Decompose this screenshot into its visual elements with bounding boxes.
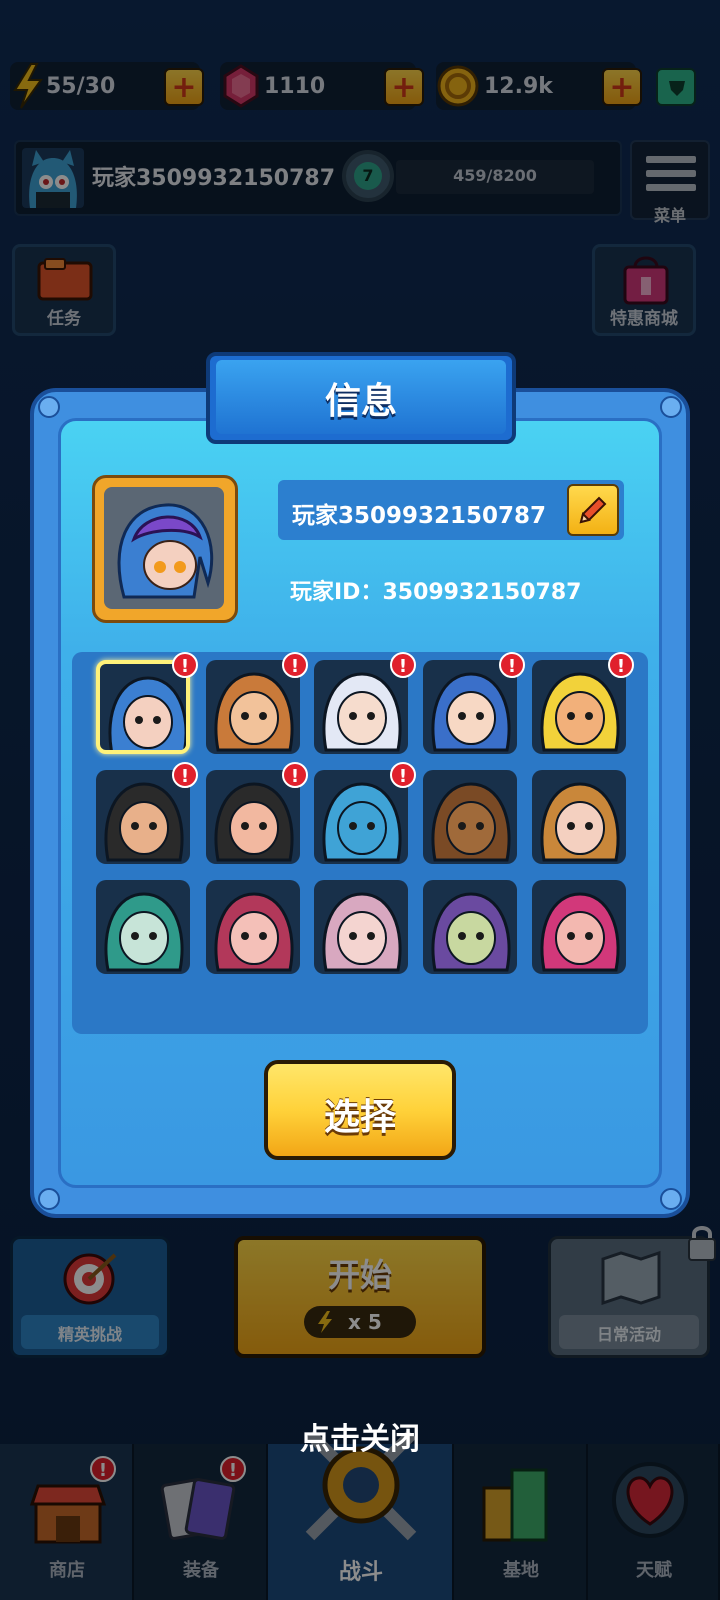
avatar-alert-badge: ! — [499, 652, 525, 678]
avatar-alert-badge: ! — [390, 762, 416, 788]
avatar-alert-badge: ! — [282, 652, 308, 678]
avatar-alert-badge: ! — [390, 652, 416, 678]
player-id-value: 3509932150787 — [382, 580, 582, 605]
tap-to-close-hint: 点击关闭 — [300, 1422, 420, 1457]
avatar-option-pink-goggles-girl[interactable] — [206, 880, 300, 974]
avatar-alert-badge: ! — [282, 762, 308, 788]
bun-girl-portrait-icon — [540, 782, 620, 862]
hedgehog-portrait-icon — [431, 782, 511, 862]
avatar-alert-badge: ! — [172, 762, 198, 788]
corner-bolt — [38, 1188, 60, 1210]
horned-witch-portrait-icon — [431, 892, 511, 972]
pink-beanie-portrait-icon — [540, 892, 620, 972]
avatar-alert-badge: ! — [172, 652, 198, 678]
blue-hair-girl-portrait-icon — [108, 676, 186, 750]
player-id-label: 玩家ID： — [290, 580, 383, 605]
avatar-option-pink-hair-girl[interactable] — [314, 880, 408, 974]
avatar-alert-badge: ! — [608, 652, 634, 678]
corner-bolt — [38, 396, 60, 418]
select-button-label: 选择 — [323, 1097, 396, 1138]
avatar-option-pink-beanie[interactable] — [532, 880, 626, 974]
player-name-display: 玩家3509932150787 — [292, 503, 547, 529]
avatar-option-teal-warrior[interactable] — [96, 880, 190, 974]
current-avatar — [104, 487, 224, 609]
edit-name-button[interactable] — [567, 484, 619, 536]
avatar-option-hedgehog[interactable] — [423, 770, 517, 864]
dialog-title: 信息 — [324, 381, 397, 422]
avatar-option-bun-girl[interactable] — [532, 770, 626, 864]
teal-warrior-portrait-icon — [104, 892, 184, 972]
avatar-option-horned-witch[interactable] — [423, 880, 517, 974]
pencil-icon — [577, 494, 609, 530]
pink-goggles-girl-portrait-icon — [214, 892, 294, 972]
corner-bolt — [660, 1188, 682, 1210]
player-id-row: 玩家ID：3509932150787 — [290, 574, 581, 606]
pink-hair-girl-portrait-icon — [322, 892, 402, 972]
corner-bolt — [660, 396, 682, 418]
